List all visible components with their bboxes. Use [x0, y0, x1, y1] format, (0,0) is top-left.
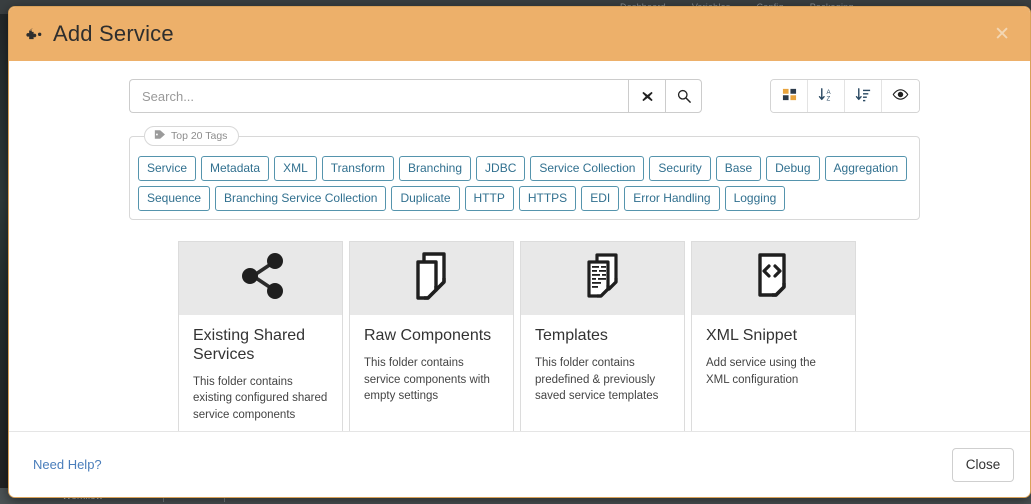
- tag-chip[interactable]: Error Handling: [624, 186, 720, 211]
- grid-view-button[interactable]: [771, 80, 808, 112]
- tag-chip[interactable]: Duplicate: [391, 186, 460, 211]
- tag-chip[interactable]: XML: [274, 156, 317, 181]
- dialog-title: Add Service: [53, 21, 174, 46]
- share-alt-icon: [234, 251, 288, 306]
- search-input[interactable]: [129, 79, 628, 113]
- tag-chip[interactable]: Service: [138, 156, 197, 181]
- toggle-visibility-button[interactable]: [882, 80, 919, 112]
- card-text-area: Existing Shared Services This folder con…: [179, 315, 342, 424]
- card-text-area: Templates This folder contains predefine…: [521, 315, 684, 405]
- tag-chip[interactable]: Service Collection: [530, 156, 645, 181]
- tag-chip[interactable]: Metadata: [201, 156, 270, 181]
- add-service-dialog: Add Service ✕ Search... A Z Top 20 Tags …: [8, 6, 1031, 498]
- top-tags-legend: Top 20 Tags: [144, 126, 240, 146]
- card-title: Raw Components: [364, 327, 492, 344]
- code-document-icon: [748, 250, 800, 307]
- view-toolbar: A Z: [770, 79, 920, 113]
- tag-chip[interactable]: Sequence: [138, 186, 211, 211]
- tag-chip[interactable]: Transform: [321, 156, 394, 181]
- need-help-link[interactable]: Need Help?: [33, 457, 102, 472]
- tag-chip[interactable]: Branching: [398, 156, 472, 181]
- tag-chip[interactable]: Logging: [724, 186, 786, 211]
- service-card-raw-components[interactable]: Raw Components This folder contains serv…: [349, 241, 514, 431]
- service-cards-row: Existing Shared Services This folder con…: [178, 241, 1030, 431]
- tags-list: Service Metadata XML Transform Branching…: [138, 156, 911, 211]
- tag-chip[interactable]: JDBC: [476, 156, 526, 181]
- tag-chip[interactable]: EDI: [581, 186, 620, 211]
- search-toolbar-row: A Z: [9, 79, 1030, 113]
- eye-icon: [892, 88, 909, 104]
- top-tags-panel: Top 20 Tags Service Metadata XML Transfo…: [129, 126, 920, 220]
- dialog-footer: Need Help? Close: [9, 431, 1030, 497]
- card-text-area: Raw Components This folder contains serv…: [350, 315, 513, 405]
- dialog-header: Add Service ✕: [9, 7, 1030, 61]
- tag-chip[interactable]: Debug: [766, 156, 820, 181]
- dialog-title-wrap: Add Service: [23, 21, 174, 47]
- card-title: XML Snippet: [706, 327, 798, 344]
- sort-alpha-button[interactable]: A Z: [808, 80, 845, 112]
- copy-documents-icon: [404, 250, 460, 307]
- card-description: This folder contains predefined & previo…: [535, 356, 659, 403]
- card-description: This folder contains existing configured…: [193, 375, 328, 422]
- tag-chip[interactable]: Security: [649, 156, 711, 181]
- tag-icon: [154, 129, 166, 143]
- svg-text:Z: Z: [826, 95, 830, 102]
- card-title: Templates: [535, 327, 608, 344]
- tag-chip[interactable]: HTTPS: [518, 186, 577, 211]
- top-tags-legend-label: Top 20 Tags: [171, 130, 228, 142]
- card-description: Add service using the XML configuration: [706, 356, 816, 386]
- card-description: This folder contains service components …: [364, 356, 490, 403]
- puzzle-piece-icon: [23, 24, 43, 44]
- search-group: [129, 79, 702, 113]
- card-icon-area: [179, 242, 342, 315]
- sort-alpha-down-icon: A Z: [818, 87, 835, 106]
- tag-chip[interactable]: HTTP: [464, 186, 514, 211]
- dialog-body: A Z: [9, 61, 1030, 431]
- tag-chip[interactable]: Branching Service Collection: [215, 186, 387, 211]
- th-large-icon: [782, 87, 797, 105]
- sort-amount-button[interactable]: [845, 80, 882, 112]
- service-card-templates[interactable]: Templates This folder contains predefine…: [520, 241, 685, 431]
- close-icon[interactable]: ✕: [990, 23, 1014, 46]
- close-button[interactable]: Close: [952, 447, 1014, 482]
- card-icon-area: [692, 242, 855, 315]
- card-title: Existing Shared Services: [193, 327, 306, 363]
- service-card-existing-shared-services[interactable]: Existing Shared Services This folder con…: [178, 241, 343, 431]
- tag-chip[interactable]: Aggregation: [824, 156, 908, 181]
- search-icon[interactable]: [665, 79, 702, 113]
- document-template-icon: [575, 250, 631, 307]
- card-icon-area: [350, 242, 513, 315]
- sort-amount-down-icon: [855, 87, 872, 106]
- tag-chip[interactable]: Base: [715, 156, 762, 181]
- service-card-xml-snippet[interactable]: XML Snippet Add service using the XML co…: [691, 241, 856, 431]
- card-icon-area: [521, 242, 684, 315]
- clear-x-icon[interactable]: [628, 79, 665, 113]
- card-text-area: XML Snippet Add service using the XML co…: [692, 315, 855, 388]
